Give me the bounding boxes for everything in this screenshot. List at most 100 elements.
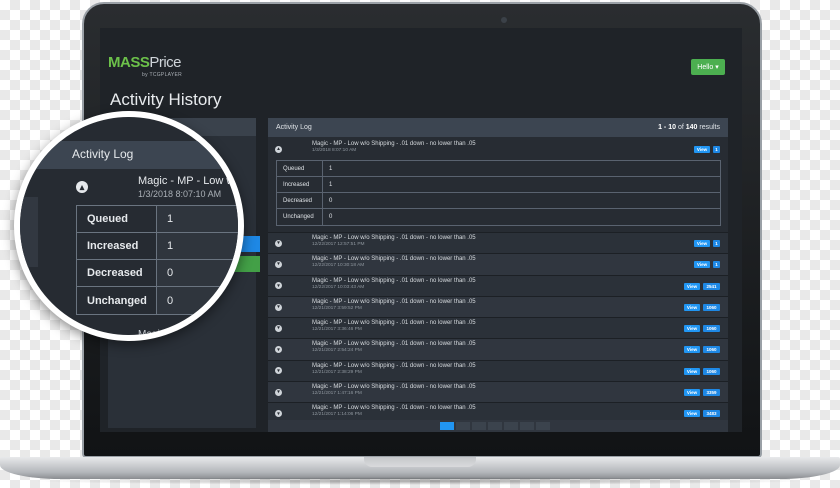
view-button[interactable]: View <box>684 303 700 311</box>
count-badge: 1060 <box>703 346 720 354</box>
hello-label: Hello <box>697 63 714 71</box>
stat-row: Decreased 0 <box>277 193 720 209</box>
log-entry-row[interactable]: ▾ Magic - MP - Low w/o Shipping - .01 do… <box>268 382 728 404</box>
page-button[interactable] <box>536 422 550 430</box>
stat-value: 1 <box>329 181 333 188</box>
chevron-up-icon[interactable]: ▴ <box>275 145 282 153</box>
entry-title: Magic - MP - Low w/o Shipping - .01 down… <box>312 320 476 327</box>
activity-log-panel: Activity Log 1 - 10 of 140 results ▴ Mag… <box>268 118 728 432</box>
view-button[interactable]: View <box>694 145 710 153</box>
entry-title: Magic - MP - Low w/o Shipping - .01 down… <box>312 384 476 391</box>
magnifier-header: Activity Log <box>20 141 238 169</box>
page-button[interactable] <box>456 422 470 430</box>
entry-stats-table: Queued 1 Increased 1 Decreased 0 Unchanged 0 <box>276 160 721 226</box>
stat-value: 0 <box>329 214 333 220</box>
logo-mass: MASS <box>108 54 150 71</box>
magnifier-stat-row: Queued 1 <box>77 206 238 233</box>
chevron-down-icon[interactable]: ▾ <box>275 324 282 332</box>
log-entry-row[interactable]: ▾ Magic - MP - Low w/o Shipping - .01 do… <box>268 318 728 340</box>
laptop-notch <box>364 457 476 467</box>
entry-date: 12/21/2017 3:59:52 PM <box>312 305 362 311</box>
count-badge: 2541 <box>703 282 720 290</box>
page-button[interactable] <box>520 422 534 430</box>
count-badge: 1060 <box>703 303 720 311</box>
stat-value: 1 <box>157 233 238 259</box>
stat-label: Unchanged <box>277 209 323 225</box>
pagination-bar <box>268 420 728 432</box>
stat-label: Increased <box>277 177 323 192</box>
stat-label: Increased <box>77 233 157 259</box>
stat-value: 1 <box>157 206 238 232</box>
entry-title: Magic - MP - Low w/o Shipping - .01 down… <box>312 341 476 348</box>
magnifier-stats-table: Queued 1 Increased 1 Decreased 0 Unchanged 0 <box>76 205 238 315</box>
stat-row: Queued 1 <box>277 161 720 177</box>
results-label: results <box>699 124 720 131</box>
activity-log-header: Activity Log 1 - 10 of 140 results <box>268 118 728 137</box>
entry-date: 12/22/2017 10:30:18 AM <box>312 263 365 269</box>
page-title: Activity History <box>110 90 222 109</box>
entry-date: 12/22/2017 12:57:51 PM <box>312 242 365 247</box>
stat-value: 0 <box>157 260 238 286</box>
view-button[interactable]: View <box>684 282 700 290</box>
view-button[interactable]: View <box>684 389 700 397</box>
laptop-shadow <box>30 477 810 485</box>
count-badge: 1 <box>713 145 720 153</box>
magnifier-stat-row: Decreased 0 <box>77 260 238 287</box>
stat-value: 0 <box>329 197 333 204</box>
count-badge: 1060 <box>703 325 720 333</box>
hello-user-button[interactable]: Hello ▾ <box>691 59 725 75</box>
entry-date: 12/22/2017 10:03:43 AM <box>312 284 365 290</box>
camera-dot <box>501 17 507 23</box>
entry-date: 12/21/2017 1:14:06 PM <box>312 412 362 418</box>
page-button[interactable] <box>440 422 454 430</box>
entry-title: Magic - MP - Low w/o Shipping - .01 down… <box>312 141 476 147</box>
view-button[interactable]: View <box>684 346 700 354</box>
stat-row: Unchanged 0 <box>277 209 720 225</box>
page-button[interactable] <box>472 422 486 430</box>
chevron-down-icon[interactable]: ▾ <box>275 388 282 396</box>
results-range: 1 - 10 <box>658 124 676 131</box>
entry-title: Magic - MP - Low w/o Shipping - .01 down… <box>312 362 476 369</box>
chevron-down-icon[interactable]: ▾ <box>275 346 282 354</box>
stat-label: Decreased <box>77 260 157 286</box>
entry-date: 12/21/2017 1:47:16 PM <box>312 391 362 397</box>
view-button[interactable]: View <box>684 325 700 333</box>
chevron-down-icon[interactable]: ▾ <box>275 239 282 247</box>
stat-row: Increased 1 <box>277 177 720 193</box>
magnifier-entry-title: Magic - MP - Low w <box>138 175 235 187</box>
log-entry-row[interactable]: ▾ Magic - MP - Low w/o Shipping - .01 do… <box>268 233 728 255</box>
log-entry-row[interactable]: ▾ Magic - MP - Low w/o Shipping - .01 do… <box>268 275 728 297</box>
results-summary: 1 - 10 of 140 results <box>658 124 720 131</box>
entry-date: 12/21/2017 3:36:46 PM <box>312 327 362 333</box>
expanded-log-entry: ▴ Magic - MP - Low w/o Shipping - .01 do… <box>268 137 728 233</box>
entry-title: Magic - MP - Low w/o Shipping - .01 down… <box>312 298 476 305</box>
log-entry-row[interactable]: ▾ Magic - MP - Low w/o Shipping - .01 do… <box>268 360 728 383</box>
count-badge: 1060 <box>703 367 720 375</box>
expanded-entry-row[interactable]: ▴ Magic - MP - Low w/o Shipping - .01 do… <box>268 140 728 158</box>
log-entry-row[interactable]: ▾ Magic - MP - Low w/o Shipping - .01 do… <box>268 339 728 361</box>
view-button[interactable]: View <box>694 261 710 269</box>
chevron-down-icon[interactable]: ▾ <box>275 367 282 375</box>
count-badge: 3359 <box>703 389 720 397</box>
view-button[interactable]: View <box>684 367 700 375</box>
magnifier-left-strip <box>20 197 38 267</box>
stat-label: Queued <box>277 161 323 176</box>
entry-title: Magic - MP - Low w/o Shipping - .01 down… <box>312 256 476 263</box>
chevron-down-icon[interactable]: ▾ <box>275 410 282 418</box>
count-badge: 1 <box>713 240 720 247</box>
log-entry-row[interactable]: ▾ Magic - MP - Low w/o Shipping - .01 do… <box>268 254 728 276</box>
page-button[interactable] <box>488 422 502 430</box>
view-button[interactable]: View <box>694 240 710 247</box>
page-button[interactable] <box>504 422 518 430</box>
log-entry-row[interactable]: ▾ Magic - MP - Low w/o Shipping - .01 do… <box>268 296 728 319</box>
stat-value: 1 <box>329 165 333 172</box>
chevron-down-icon[interactable]: ▾ <box>275 282 282 290</box>
stat-label: Decreased <box>277 193 323 208</box>
results-of: of <box>677 124 684 131</box>
stat-label: Unchanged <box>77 287 157 314</box>
view-button[interactable]: View <box>684 410 700 418</box>
entry-title: Magic - MP - Low w/o Shipping - .01 down… <box>312 277 476 284</box>
logo-sub: by TCGPLAYER <box>142 72 183 78</box>
chevron-down-icon[interactable]: ▾ <box>275 303 282 311</box>
chevron-down-icon[interactable]: ▾ <box>275 260 282 268</box>
